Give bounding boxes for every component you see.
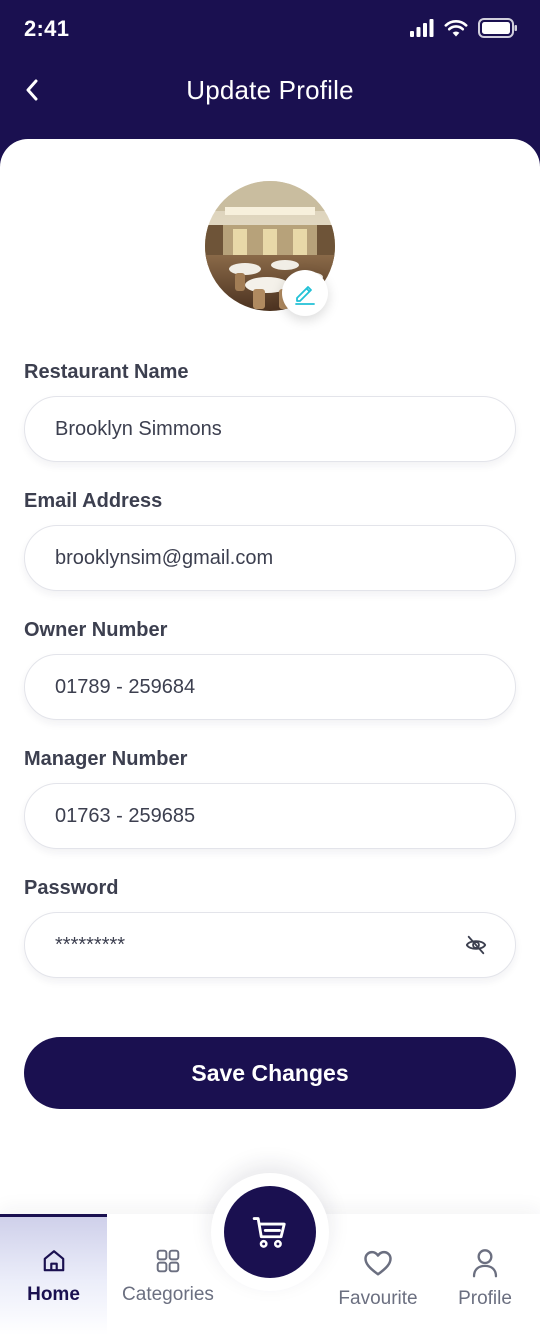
restaurant-name-input[interactable] — [55, 417, 489, 441]
save-changes-button[interactable]: Save Changes — [24, 1037, 516, 1109]
manager-number-label: Manager Number — [24, 748, 188, 770]
password-visibility-toggle[interactable] — [463, 932, 489, 958]
email-label: Email Address — [24, 490, 163, 512]
grid-icon — [156, 1249, 180, 1273]
manager-number-field[interactable] — [24, 783, 516, 849]
nav-label-categories: Categories — [122, 1284, 214, 1305]
pencil-icon — [295, 286, 315, 305]
app-header: Update Profile — [0, 58, 540, 138]
status-bar: 2:41 — [0, 0, 540, 58]
nav-label-profile: Profile — [458, 1288, 512, 1309]
password-input[interactable] — [55, 933, 463, 957]
wifi-icon — [444, 20, 468, 37]
password-field[interactable] — [24, 912, 516, 978]
home-icon — [43, 1250, 64, 1272]
avatar-container — [205, 181, 335, 316]
manager-number-input[interactable] — [55, 804, 489, 828]
edit-avatar-button[interactable] — [282, 270, 328, 316]
owner-number-input[interactable] — [55, 675, 489, 699]
nav-label-favourite: Favourite — [338, 1288, 418, 1309]
nav-item-favourite[interactable]: Favourite — [326, 1214, 430, 1335]
restaurant-name-label: Restaurant Name — [24, 361, 189, 383]
owner-number-label: Owner Number — [24, 619, 168, 641]
cellular-signal-icon — [410, 19, 434, 37]
status-time: 2:41 — [24, 16, 70, 41]
cart-icon — [252, 1217, 286, 1248]
password-label: Password — [24, 877, 119, 899]
restaurant-name-field[interactable] — [24, 396, 516, 462]
nav-item-profile[interactable]: Profile — [430, 1214, 540, 1335]
owner-number-field[interactable] — [24, 654, 516, 720]
status-icons — [410, 16, 518, 40]
nav-item-home[interactable]: Home — [0, 1214, 107, 1335]
eye-off-icon — [465, 935, 487, 955]
cart-button[interactable] — [224, 1186, 316, 1278]
battery-icon — [478, 18, 517, 38]
nav-label-home: Home — [27, 1284, 80, 1305]
page-title: Update Profile — [186, 75, 354, 105]
email-input[interactable] — [55, 546, 489, 570]
user-icon — [472, 1249, 498, 1278]
profile-form-sheet: Restaurant Name Email Address Owner Numb… — [0, 139, 540, 1335]
email-field[interactable] — [24, 525, 516, 591]
heart-icon — [364, 1250, 392, 1276]
